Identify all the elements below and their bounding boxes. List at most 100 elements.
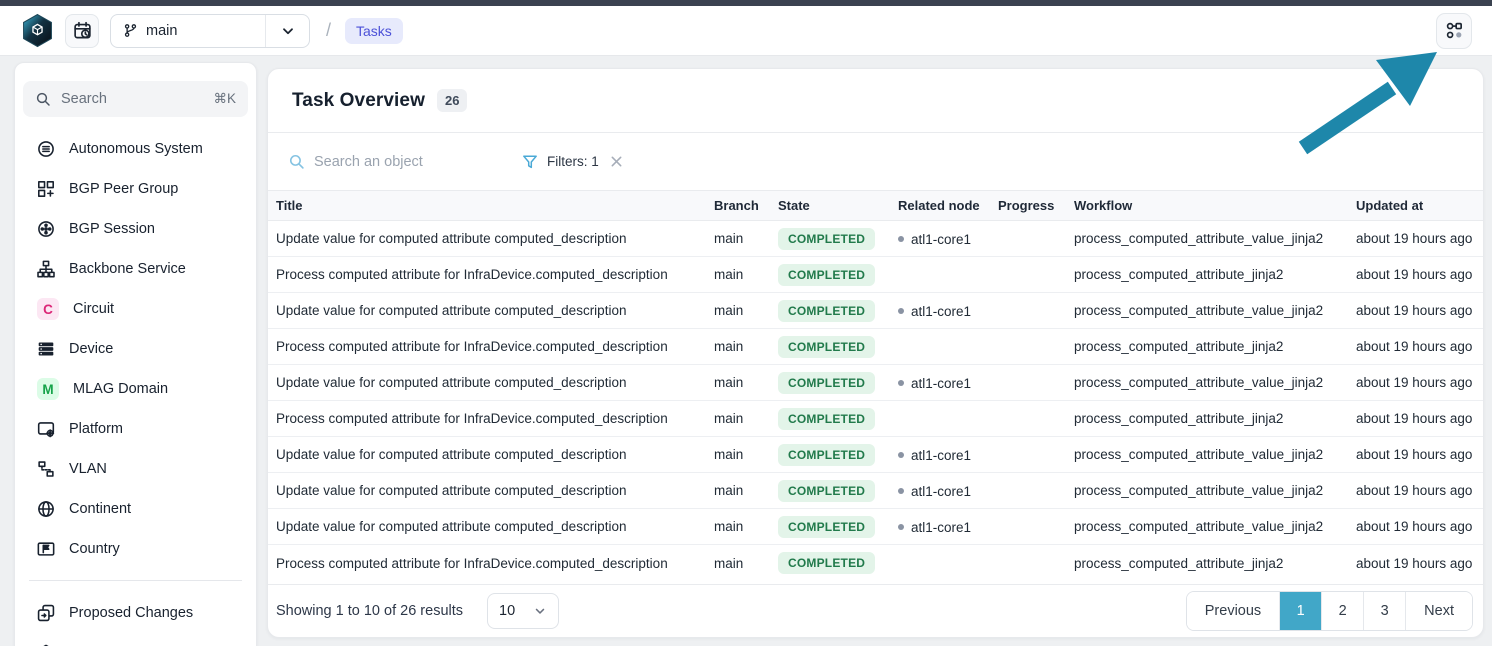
node-status-dot	[898, 236, 904, 242]
sidebar-item-device[interactable]: Device	[23, 329, 248, 369]
infrahub-logo[interactable]	[20, 13, 54, 49]
sidebar-item-platform[interactable]: Platform	[23, 409, 248, 449]
cell-title: Process computed attribute for InfraDevi…	[276, 556, 714, 571]
state-badge: COMPLETED	[778, 480, 875, 502]
vlan-icon	[37, 460, 55, 478]
app-screen: main / Tasks	[0, 0, 1492, 646]
letter-badge-icon: M	[37, 378, 59, 400]
cell-state: COMPLETED	[778, 228, 898, 250]
card-header: Task Overview 26	[268, 69, 1483, 133]
cell-workflow: process_computed_attribute_jinja2	[1074, 339, 1356, 354]
sidebar-item-backbone-service[interactable]: Backbone Service	[23, 249, 248, 289]
column-header-progress: Progress	[998, 198, 1074, 213]
sidebar-item-mlag-domain[interactable]: M MLAG Domain	[23, 369, 248, 409]
state-badge: COMPLETED	[778, 300, 875, 322]
proposed-changes-icon	[37, 604, 55, 622]
cell-workflow: process_computed_attribute_value_jinja2	[1074, 447, 1356, 462]
filters-label: Filters: 1	[547, 154, 599, 169]
clear-filters-button[interactable]	[608, 153, 625, 170]
calendar-clock-icon	[73, 21, 92, 40]
related-node-label: atl1-core1	[911, 520, 971, 535]
cell-branch: main	[714, 231, 778, 246]
task-overview-card: Task Overview 26 Search an object Filter	[267, 68, 1484, 638]
sidebar-item-proposed-changes[interactable]: Proposed Changes	[23, 593, 248, 633]
page-button-3[interactable]: 3	[1364, 592, 1406, 630]
cell-title: Process computed attribute for InfraDevi…	[276, 339, 714, 354]
device-icon	[37, 340, 55, 358]
table-row[interactable]: Process computed attribute for InfraDevi…	[268, 329, 1483, 365]
cell-branch: main	[714, 411, 778, 426]
previous-button[interactable]: Previous	[1187, 592, 1280, 630]
sidebar-item-bgp-peer-group[interactable]: BGP Peer Group	[23, 169, 248, 209]
table-row[interactable]: Update value for computed attribute comp…	[268, 365, 1483, 401]
cell-branch: main	[714, 267, 778, 282]
cell-state: COMPLETED	[778, 552, 898, 574]
branch-selector[interactable]: main	[110, 14, 310, 48]
table-row[interactable]: Process computed attribute for InfraDevi…	[268, 257, 1483, 293]
cell-branch: main	[714, 519, 778, 534]
cell-related-node: atl1-core1	[898, 518, 998, 535]
object-search-input[interactable]: Search an object	[288, 153, 500, 170]
cell-title: Update value for computed attribute comp…	[276, 519, 714, 534]
sidebar-item-label: MLAG Domain	[73, 381, 168, 397]
sidebar-item-continent[interactable]: Continent	[23, 489, 248, 529]
sidebar-item-label: Circuit	[73, 301, 114, 317]
cell-title: Update value for computed attribute comp…	[276, 375, 714, 390]
sidebar-item-label: BGP Peer Group	[69, 181, 178, 197]
time-travel-button[interactable]	[65, 14, 99, 48]
branch-dropdown-toggle[interactable]	[265, 15, 309, 47]
sidebar-item-vlan[interactable]: VLAN	[23, 449, 248, 489]
cell-title: Process computed attribute for InfraDevi…	[276, 267, 714, 282]
cell-related-node: atl1-core1	[898, 374, 998, 391]
sidebar-item-label: Proposed Changes	[69, 605, 193, 621]
page-button-2[interactable]: 2	[1322, 592, 1364, 630]
column-header-workflow: Workflow	[1074, 198, 1356, 213]
state-badge: COMPLETED	[778, 336, 875, 358]
sidebar-search-shortcut: ⌘K	[213, 91, 236, 107]
column-header-related-node: Related node	[898, 198, 998, 213]
sidebar-item-label: Backbone Service	[69, 261, 186, 277]
table-row[interactable]: Process computed attribute for InfraDevi…	[268, 545, 1483, 581]
branch-selector-value[interactable]: main	[111, 15, 265, 47]
state-badge: COMPLETED	[778, 444, 875, 466]
node-status-dot	[898, 452, 904, 458]
cell-workflow: process_computed_attribute_value_jinja2	[1074, 483, 1356, 498]
page-size-select[interactable]: 10	[487, 593, 559, 629]
cell-state: COMPLETED	[778, 372, 898, 394]
cell-title: Update value for computed attribute comp…	[276, 483, 714, 498]
country-icon	[37, 540, 55, 558]
sidebar-item-label: Autonomous System	[69, 141, 203, 157]
table-row[interactable]: Update value for computed attribute comp…	[268, 221, 1483, 257]
cell-branch: main	[714, 447, 778, 462]
cell-updated-at: about 19 hours ago	[1356, 267, 1483, 282]
table-row[interactable]: Update value for computed attribute comp…	[268, 473, 1483, 509]
sidebar-item-label: Continent	[69, 501, 131, 517]
search-icon	[288, 153, 305, 170]
table-row[interactable]: Process computed attribute for InfraDevi…	[268, 401, 1483, 437]
breadcrumb-tasks[interactable]: Tasks	[345, 18, 403, 44]
related-node-label: atl1-core1	[911, 376, 971, 391]
cell-workflow: process_computed_attribute_value_jinja2	[1074, 303, 1356, 318]
autonomous-system-icon	[37, 140, 55, 158]
column-header-updated-at: Updated at	[1356, 198, 1483, 213]
next-button[interactable]: Next	[1406, 592, 1472, 630]
sidebar-search[interactable]: Search ⌘K	[23, 81, 248, 117]
page-button-1[interactable]: 1	[1280, 592, 1322, 630]
git-branch-icon	[123, 23, 138, 38]
cell-branch: main	[714, 339, 778, 354]
page-title: Task Overview	[292, 90, 425, 112]
platform-icon	[37, 420, 55, 438]
object-search-placeholder: Search an object	[314, 154, 423, 170]
table-row[interactable]: Update value for computed attribute comp…	[268, 509, 1483, 545]
table-row[interactable]: Update value for computed attribute comp…	[268, 437, 1483, 473]
sidebar-item-bgp-session[interactable]: BGP Session	[23, 209, 248, 249]
sidebar-item-object-management[interactable]: Object Management	[23, 633, 248, 646]
sidebar-item-country[interactable]: Country	[23, 529, 248, 569]
column-header-branch: Branch	[714, 198, 778, 213]
filters-chip[interactable]: Filters: 1	[522, 153, 625, 170]
schema-visualizer-button[interactable]	[1436, 13, 1472, 49]
sidebar-item-autonomous-system[interactable]: Autonomous System	[23, 129, 248, 169]
table-row[interactable]: Update value for computed attribute comp…	[268, 293, 1483, 329]
sidebar-divider	[29, 580, 242, 581]
sidebar-item-circuit[interactable]: CCircuit	[23, 289, 248, 329]
